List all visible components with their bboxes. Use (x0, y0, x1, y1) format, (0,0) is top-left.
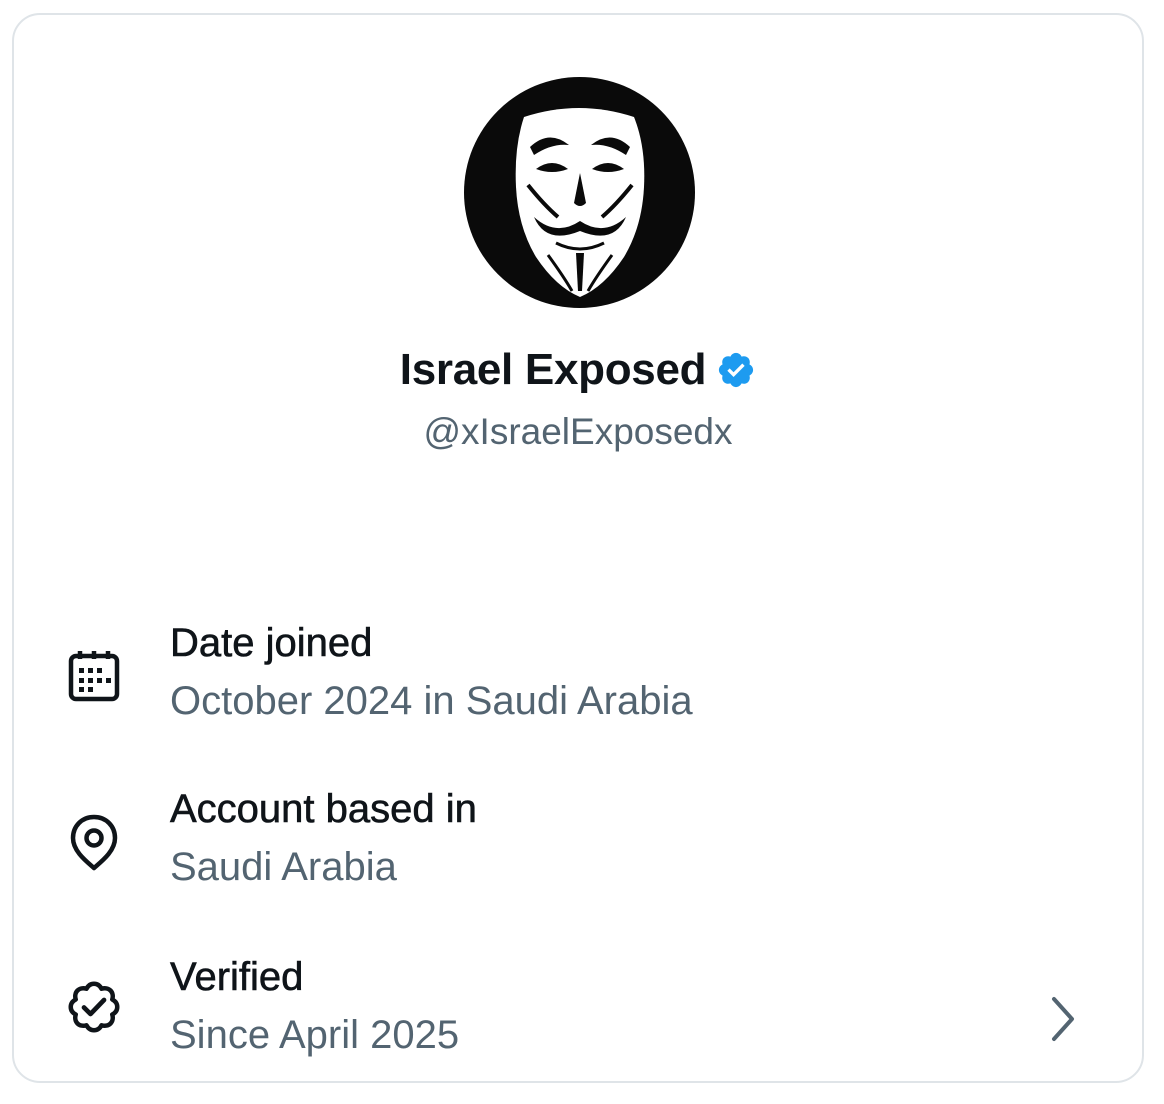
mask-avatar-image (515, 108, 645, 297)
verified-row[interactable]: Verified Since April 2025 (14, 955, 1142, 1085)
profile-about-card: Israel Exposed @xIsraelExposedx Date joi… (12, 13, 1144, 1083)
name-row: Israel Exposed (14, 345, 1142, 405)
display-name: Israel Exposed (399, 345, 707, 394)
calendar-icon (68, 651, 120, 702)
date-joined-value: October 2024 in Saudi Arabia (170, 679, 693, 723)
account-based-in-row: Account based in Saudi Arabia (14, 787, 1142, 917)
avatar[interactable] (464, 77, 695, 308)
chevron-right-icon[interactable] (1044, 991, 1084, 1047)
verified-badge-icon (68, 981, 120, 1033)
location-pin-icon (70, 814, 118, 871)
account-based-in-label: Account based in (170, 787, 477, 832)
date-joined-row: Date joined October 2024 in Saudi Arabia (14, 621, 1142, 751)
account-based-in-value: Saudi Arabia (170, 845, 397, 889)
verified-value: Since April 2025 (170, 1013, 460, 1057)
verified-label: Verified (170, 955, 304, 1000)
profile-handle: @xIsraelExposedx (423, 411, 733, 452)
date-joined-label: Date joined (170, 621, 373, 666)
verified-check-icon[interactable] (716, 350, 756, 390)
